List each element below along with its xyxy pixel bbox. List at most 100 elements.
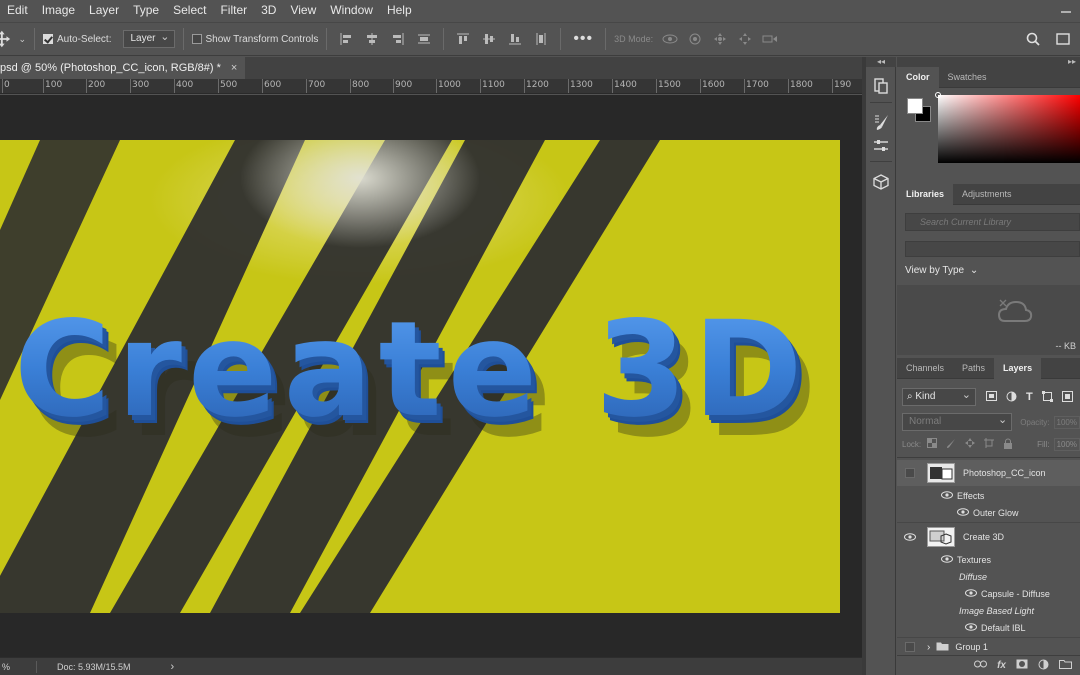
layer-textures-row[interactable]: Textures bbox=[897, 551, 1080, 568]
adjustment-layer-icon[interactable] bbox=[1038, 659, 1049, 673]
layer-thumbnail[interactable] bbox=[927, 527, 955, 547]
filter-smart-object-icon[interactable] bbox=[1061, 390, 1073, 404]
opacity-input[interactable]: 100% bbox=[1053, 415, 1080, 429]
lock-transparent-icon[interactable] bbox=[927, 438, 938, 450]
tab-channels[interactable]: Channels bbox=[897, 358, 953, 379]
filter-shape-icon[interactable] bbox=[1041, 390, 1053, 404]
lock-position-icon[interactable] bbox=[965, 438, 976, 450]
layer-name[interactable]: Group 1 bbox=[955, 642, 988, 652]
menu-select[interactable]: Select bbox=[166, 0, 213, 21]
menu-layer[interactable]: Layer bbox=[82, 0, 126, 21]
auto-select-toggle[interactable]: Auto-Select: bbox=[43, 22, 111, 56]
menu-type[interactable]: Type bbox=[126, 0, 166, 21]
tab-paths[interactable]: Paths bbox=[953, 358, 994, 379]
color-picker-field[interactable] bbox=[935, 92, 1080, 163]
history-icon[interactable] bbox=[870, 75, 892, 97]
eye-icon[interactable] bbox=[965, 622, 977, 633]
align-left-icon[interactable] bbox=[335, 28, 357, 50]
tab-libraries[interactable]: Libraries bbox=[897, 184, 954, 205]
tab-swatches[interactable]: Swatches bbox=[939, 67, 996, 88]
layer-group-row[interactable]: › Group 1 bbox=[897, 638, 1080, 656]
zoom-level[interactable]: % bbox=[0, 662, 36, 672]
new-group-icon[interactable] bbox=[1059, 659, 1072, 672]
layer-effects-row[interactable]: Effects bbox=[897, 487, 1080, 504]
status-menu-arrow[interactable]: › bbox=[171, 661, 175, 673]
show-transform-checkbox[interactable] bbox=[191, 34, 202, 44]
layer-filter-kind[interactable]: ⌕ Kind bbox=[902, 387, 976, 406]
layer-row[interactable]: Create 3D bbox=[897, 524, 1080, 550]
more-options-icon[interactable]: ••• bbox=[569, 22, 597, 56]
layer-name[interactable]: Create 3D bbox=[963, 532, 1004, 542]
roll-3d-icon[interactable] bbox=[684, 28, 706, 50]
filter-pixel-icon[interactable] bbox=[986, 391, 997, 403]
adjust-icon[interactable] bbox=[870, 135, 892, 157]
tab-color[interactable]: Color bbox=[897, 67, 939, 88]
layer-effect-row[interactable]: Outer Glow bbox=[897, 504, 1080, 521]
auto-select-checkbox[interactable] bbox=[43, 34, 53, 44]
filter-adjustment-icon[interactable] bbox=[1006, 391, 1017, 404]
link-icon[interactable] bbox=[974, 660, 988, 671]
menu-help[interactable]: Help bbox=[380, 0, 419, 21]
minimize-icon[interactable] bbox=[1060, 4, 1072, 17]
document-canvas[interactable]: Create 3D Create 3D Create 3D Create 3D bbox=[0, 140, 840, 613]
tab-adjustments[interactable]: Adjustments bbox=[953, 184, 1021, 205]
align-vcenter-icon[interactable] bbox=[478, 28, 500, 50]
show-transform-toggle[interactable]: Show Transform Controls bbox=[191, 22, 318, 56]
texture-row[interactable]: Default IBL bbox=[897, 619, 1080, 636]
layer-thumbnail[interactable] bbox=[927, 463, 955, 483]
picker-cursor[interactable] bbox=[935, 92, 941, 98]
menu-edit[interactable]: Edit bbox=[0, 0, 35, 21]
scale-3d-icon[interactable] bbox=[759, 28, 781, 50]
distribute-icon[interactable] bbox=[413, 28, 435, 50]
eye-icon[interactable] bbox=[941, 554, 953, 565]
tab-layers[interactable]: Layers bbox=[994, 358, 1042, 379]
menu-window[interactable]: Window bbox=[323, 0, 380, 21]
filter-type-icon[interactable]: T bbox=[1026, 391, 1033, 403]
eye-icon[interactable] bbox=[957, 507, 969, 518]
menu-view[interactable]: View bbox=[283, 0, 323, 21]
texture-row[interactable]: Capsule - Diffuse bbox=[897, 585, 1080, 602]
align-hcenter-icon[interactable] bbox=[361, 28, 383, 50]
eye-icon[interactable] bbox=[897, 533, 923, 541]
lock-pixels-icon[interactable] bbox=[946, 438, 956, 450]
collapse-arrows-icon[interactable]: ▸▸ bbox=[897, 57, 1080, 67]
mask-icon[interactable] bbox=[1016, 659, 1028, 672]
visibility-toggle[interactable] bbox=[905, 468, 915, 478]
chevron-right-icon[interactable]: › bbox=[927, 642, 930, 653]
lock-artboard-icon[interactable] bbox=[984, 438, 995, 450]
canvas-workspace[interactable]: Create 3D Create 3D Create 3D Create 3D bbox=[0, 95, 862, 657]
foreground-color-swatch[interactable] bbox=[907, 98, 923, 114]
search-icon[interactable] bbox=[1022, 28, 1044, 50]
menu-image[interactable]: Image bbox=[35, 0, 82, 21]
workspace-icon[interactable] bbox=[1052, 28, 1074, 50]
align-top-icon[interactable] bbox=[452, 28, 474, 50]
align-right-icon[interactable] bbox=[387, 28, 409, 50]
menu-filter[interactable]: Filter bbox=[213, 0, 254, 21]
drag-3d-icon[interactable] bbox=[709, 28, 731, 50]
orbit-3d-icon[interactable] bbox=[659, 28, 681, 50]
menu-3d[interactable]: 3D bbox=[254, 0, 283, 21]
fill-input[interactable]: 100% bbox=[1053, 437, 1080, 451]
layer-row[interactable]: Photoshop_CC_icon bbox=[897, 460, 1080, 486]
visibility-toggle[interactable] bbox=[905, 642, 915, 652]
blend-mode-dropdown[interactable]: Normal bbox=[902, 412, 1013, 431]
3d-cube-icon[interactable] bbox=[870, 171, 892, 193]
lock-all-icon[interactable] bbox=[1003, 438, 1013, 451]
distribute-vertical-icon[interactable] bbox=[530, 28, 552, 50]
fx-icon[interactable]: fx bbox=[997, 660, 1006, 671]
collapse-arrows-icon[interactable]: ◂◂ bbox=[866, 57, 896, 67]
align-bottom-icon[interactable] bbox=[504, 28, 526, 50]
library-select[interactable] bbox=[905, 241, 1080, 257]
eye-icon[interactable] bbox=[941, 490, 953, 501]
horizontal-ruler[interactable]: 0 100 200 300 400 500 600 700 800 900 10… bbox=[0, 79, 862, 94]
slide-3d-icon[interactable] bbox=[734, 28, 756, 50]
eye-icon[interactable] bbox=[965, 588, 977, 599]
document-tab[interactable]: psd @ 50% (Photoshop_CC_icon, RGB/8#) * … bbox=[0, 57, 246, 79]
library-search-input[interactable]: Search Current Library bbox=[905, 213, 1080, 231]
layer-name[interactable]: Photoshop_CC_icon bbox=[963, 468, 1046, 478]
view-by-type-dropdown[interactable]: View by Type ⌄ bbox=[905, 265, 978, 276]
auto-select-target-dropdown[interactable]: Layer bbox=[123, 29, 175, 48]
close-icon[interactable]: × bbox=[231, 62, 237, 74]
brush-icon[interactable] bbox=[870, 111, 892, 133]
move-tool-icon[interactable]: ⌄ bbox=[0, 22, 26, 56]
